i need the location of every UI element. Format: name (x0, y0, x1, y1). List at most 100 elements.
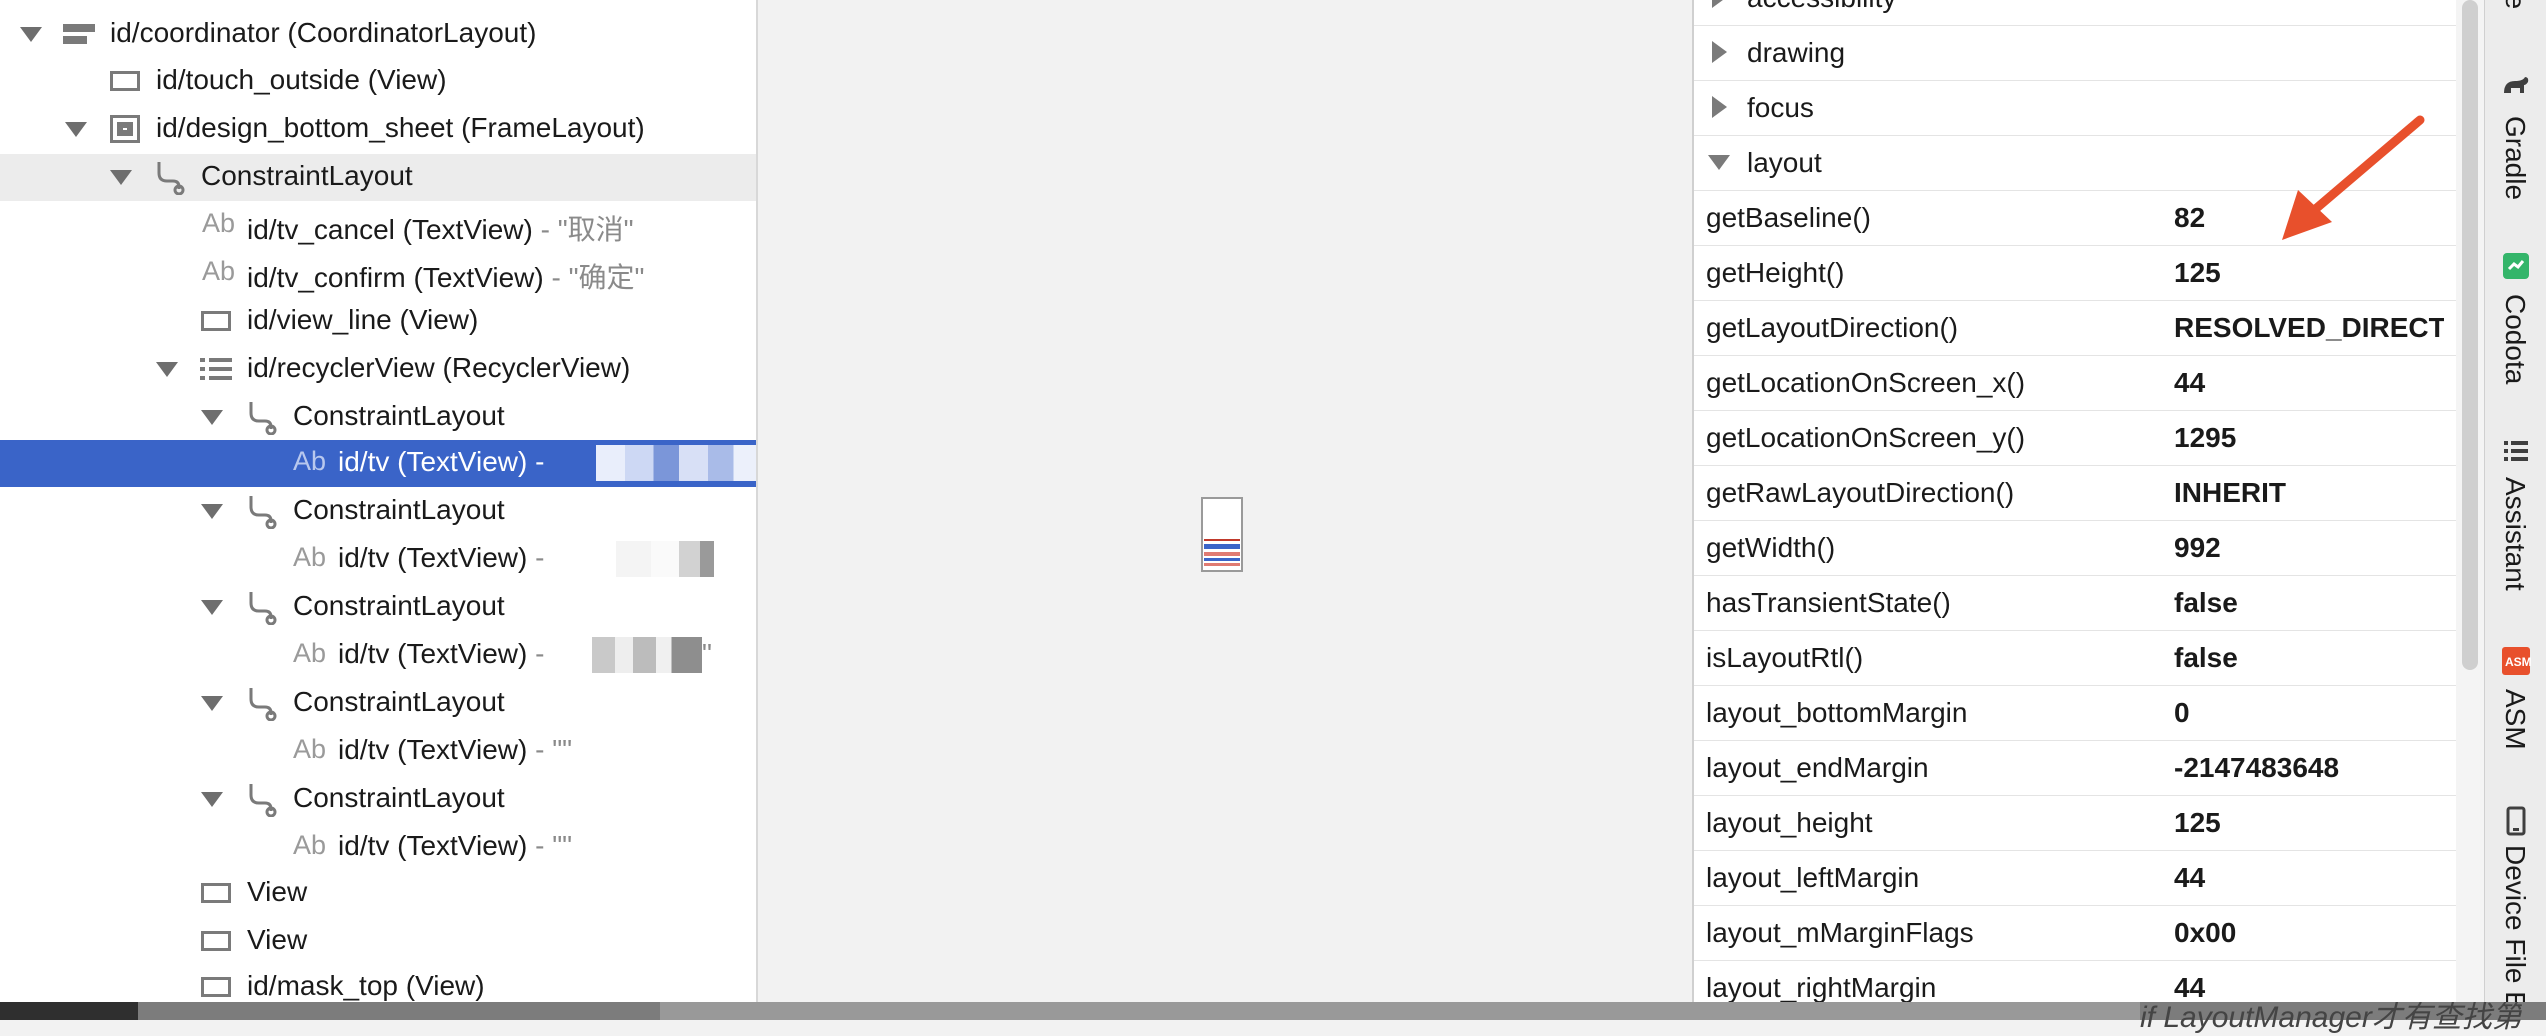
tree-row-tv[interactable]: Ab id/tv (TextView) - " (0, 632, 756, 679)
tree-row-value-quote: " (702, 638, 712, 669)
expand-toggle-icon[interactable] (199, 594, 225, 620)
tree-row-label: id/view_line (View) (247, 304, 479, 335)
tree-row-tv[interactable]: Ab id/tv (TextView) - (0, 536, 756, 583)
expand-toggle-icon[interactable] (199, 786, 225, 812)
tree-row-design-bottom-sheet[interactable]: id/design_bottom_sheet (FrameLayout) (0, 106, 756, 153)
asm-icon: ASM (2500, 645, 2532, 677)
tree-row-label: View (247, 924, 308, 955)
tree-row-label: ConstraintLayout (293, 494, 505, 525)
codota-icon (2500, 250, 2532, 282)
prop-name: getRawLayoutDirection() (1706, 477, 2015, 508)
tool-tab-gradle[interactable]: Gradle (2485, 70, 2546, 220)
tree-row-view[interactable]: View (0, 918, 756, 965)
tree-row-tv-selected[interactable]: Ab id/tv (TextView) - (0, 440, 756, 487)
tree-row-view-line[interactable]: id/view_line (View) (0, 298, 756, 345)
expand-toggle-icon[interactable] (154, 356, 180, 382)
view-icon (199, 307, 233, 335)
tool-tab-label: ASM (2500, 689, 2531, 750)
tree-row-label: ConstraintLayout (293, 782, 505, 813)
prop-row[interactable]: getLocationOnScreen_x() 44 (1694, 355, 2457, 411)
tool-tab-codota[interactable]: Codota (2485, 250, 2546, 400)
prop-value: 0x00 (2174, 917, 2237, 948)
view-icon (199, 927, 233, 955)
tool-window-strip: ne Gradle Codota Assistant ASM ASM Devic… (2484, 0, 2546, 1010)
tree-row-coordinator[interactable]: id/coordinator (CoordinatorLayout) (0, 11, 756, 58)
coordinator-layout-icon (62, 20, 96, 48)
tree-row-constraint-layout[interactable]: ConstraintLayout (0, 488, 756, 535)
prop-row[interactable]: layout_mMarginFlags 0x00 (1694, 905, 2457, 961)
expand-toggle-icon[interactable] (108, 164, 134, 190)
prop-name: getHeight() (1706, 257, 1845, 288)
prop-value: INHERIT (2174, 477, 2286, 508)
tree-row-value: - (527, 638, 545, 669)
expand-toggle-icon[interactable] (18, 21, 44, 47)
prop-row[interactable]: isLayoutRtl() false (1694, 630, 2457, 686)
prop-row[interactable]: layout_height 125 (1694, 795, 2457, 851)
textview-icon: Ab (293, 542, 327, 572)
recycler-view-icon (199, 355, 233, 383)
expand-toggle-icon[interactable] (199, 498, 225, 524)
prop-value: 0 (2174, 697, 2190, 728)
expand-toggle-icon[interactable] (199, 690, 225, 716)
tree-row-constraint-layout[interactable]: ConstraintLayout (0, 776, 756, 823)
tree-row-mask-top[interactable]: id/mask_top (View) (0, 964, 756, 1002)
prop-name: layout_bottomMargin (1706, 697, 1968, 728)
bottom-sheet-preview (1204, 539, 1240, 569)
tool-tab-device-file-explorer[interactable]: Device File E (2485, 805, 2546, 1010)
prop-name: layout_mMarginFlags (1706, 917, 1974, 948)
tree-row-label: id/design_bottom_sheet (FrameLayout) (156, 112, 645, 143)
tree-row-constraint-layout[interactable]: ConstraintLayout (0, 680, 756, 727)
expand-toggle-icon[interactable] (199, 404, 225, 430)
properties-scrollbar[interactable] (2462, 0, 2478, 670)
tool-tab-asm[interactable]: ASM ASM (2485, 645, 2546, 755)
tree-row-value: - (527, 446, 545, 477)
tree-row-tv[interactable]: Ab id/tv (TextView) - "" (0, 728, 756, 775)
device-screen-thumbnail[interactable] (1201, 497, 1243, 572)
constraint-layout-icon (245, 399, 279, 435)
tree-row-constraint-layout[interactable]: ConstraintLayout (0, 394, 756, 441)
prop-value: 1295 (2174, 422, 2237, 453)
tree-row-tv-confirm[interactable]: Ab id/tv_confirm (TextView) - "确定" (0, 250, 756, 297)
svg-text:ASM: ASM (2505, 655, 2531, 669)
tool-tab-assistant[interactable]: Assistant (2485, 435, 2546, 605)
expand-toggle-icon[interactable] (1706, 94, 1732, 120)
prop-row[interactable]: getLocationOnScreen_y() 1295 (1694, 410, 2457, 466)
prop-name: isLayoutRtl() (1706, 642, 1864, 673)
tree-row-tv[interactable]: Ab id/tv (TextView) - "" (0, 824, 756, 871)
tree-row-constraint-layout[interactable]: ConstraintLayout (0, 584, 756, 631)
annotation-arrow (2282, 115, 2425, 240)
prop-row[interactable]: layout_leftMargin 44 (1694, 850, 2457, 906)
prop-row[interactable]: layout_bottomMargin 0 (1694, 685, 2457, 741)
tree-row-constraint-layout[interactable]: ConstraintLayout (0, 154, 756, 201)
tree-row-id: id/tv (TextView) (338, 638, 528, 669)
expand-toggle-icon[interactable] (1706, 0, 1732, 10)
prop-name: getLayoutDirection() (1706, 312, 1959, 343)
tool-tab-partial[interactable]: ne (2485, 0, 2546, 40)
prop-row[interactable]: getRawLayoutDirection() INHERIT (1694, 465, 2457, 521)
expand-toggle-icon[interactable] (63, 116, 89, 142)
section-label: layout (1747, 147, 1822, 178)
section-accessibility[interactable]: accessibility (1694, 0, 2457, 26)
tree-row-label: ConstraintLayout (293, 686, 505, 717)
constraint-layout-icon (245, 493, 279, 529)
expand-toggle-icon[interactable] (1706, 39, 1732, 65)
prop-row[interactable]: layout_rightMargin 44 (1694, 960, 2457, 1002)
prop-row[interactable]: getLayoutDirection() RESOLVED_DIRECTION (1694, 300, 2457, 356)
device-icon (2500, 805, 2532, 837)
section-drawing[interactable]: drawing (1694, 25, 2457, 81)
tree-row-recycler-view[interactable]: id/recyclerView (RecyclerView) (0, 346, 756, 393)
constraint-layout-icon (245, 781, 279, 817)
tree-row-id: id/tv_cancel (TextView) (247, 214, 533, 245)
tree-row-tv-cancel[interactable]: Ab id/tv_cancel (TextView) - "取消" (0, 202, 756, 249)
prop-name: layout_rightMargin (1706, 972, 1937, 1002)
tree-row-view[interactable]: View (0, 870, 756, 917)
prop-row[interactable]: layout_endMargin -2147483648 (1694, 740, 2457, 796)
textview-icon: Ab (293, 830, 327, 860)
collapse-toggle-icon[interactable] (1706, 149, 1732, 175)
assistant-list-icon (2500, 435, 2532, 467)
tree-row-label: id/tv (TextView) - (338, 446, 544, 478)
prop-row[interactable]: hasTransientState() false (1694, 575, 2457, 631)
tree-row-touch-outside[interactable]: id/touch_outside (View) (0, 58, 756, 105)
prop-row[interactable]: getWidth() 992 (1694, 520, 2457, 576)
constraint-layout-icon (153, 159, 187, 195)
